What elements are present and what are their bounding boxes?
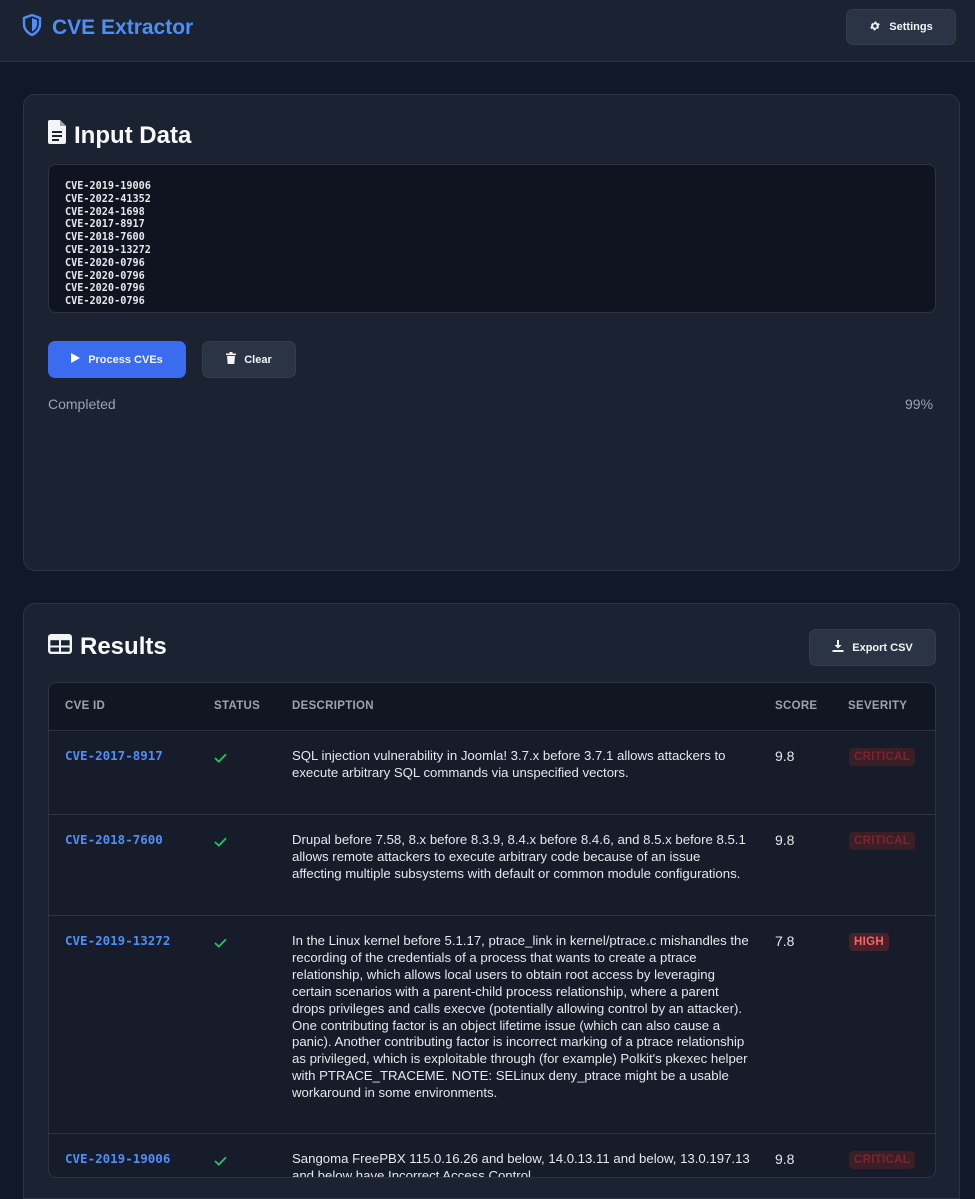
cve-id-link[interactable]: CVE-2018-7600 — [65, 832, 163, 847]
cve-score: 7.8 — [775, 933, 795, 949]
input-line: CVE-2020-0796 — [65, 270, 145, 282]
download-icon — [832, 640, 844, 655]
cve-id-link[interactable]: CVE-2019-13272 — [65, 933, 170, 948]
cve-description: In the Linux kernel before 5.1.17, ptrac… — [292, 933, 749, 1101]
trash-icon — [226, 352, 237, 367]
cve-score: 9.8 — [775, 748, 795, 764]
cve-score: 9.8 — [775, 1151, 795, 1167]
table-header: CVE ID STATUS DESCRIPTION SCORE SEVERITY — [49, 683, 935, 731]
process-label: Process CVEs — [88, 353, 163, 366]
column-header-cve-id[interactable]: CVE ID — [65, 700, 105, 712]
cve-score: 9.8 — [775, 832, 795, 848]
cve-description: SQL injection vulnerability in Joomla! 3… — [292, 748, 726, 780]
clear-button[interactable]: Clear — [202, 341, 296, 378]
severity-badge: CRITICAL — [849, 748, 916, 766]
app-title: CVE Extractor — [52, 15, 194, 39]
results-card: Results Export CSV CVE ID STATUS DESCRIP… — [23, 603, 960, 1199]
export-csv-button[interactable]: Export CSV — [809, 629, 936, 666]
severity-badge: CRITICAL — [849, 832, 916, 850]
process-cves-button[interactable]: Process CVEs — [48, 341, 186, 378]
document-icon — [48, 120, 66, 151]
input-card: Input Data CVE-2019-19006 CVE-2022-41352… — [23, 94, 960, 571]
severity-badge: HIGH — [849, 933, 889, 951]
input-line: CVE-2019-13272 — [65, 244, 151, 256]
settings-button[interactable]: Settings — [846, 9, 956, 45]
column-header-severity[interactable]: SEVERITY — [848, 700, 907, 712]
input-title-text: Input Data — [74, 121, 192, 149]
input-line: CVE-2019-19006 — [65, 181, 151, 192]
input-line: CVE-2022-41352 — [65, 193, 151, 205]
column-header-description[interactable]: DESCRIPTION — [292, 700, 374, 712]
results-title: Results — [48, 633, 167, 661]
results-title-text: Results — [80, 633, 167, 660]
input-line: CVE-2018-7600 — [65, 232, 145, 244]
play-icon — [71, 353, 81, 366]
cve-input-textarea[interactable]: CVE-2019-19006 CVE-2022-41352 CVE-2024-1… — [48, 164, 936, 313]
results-table: CVE ID STATUS DESCRIPTION SCORE SEVERITY… — [48, 682, 936, 1178]
table-row: CVE-2019-13272 In the Linux kernel befor… — [49, 916, 935, 1134]
input-line: CVE-2020-0796 — [65, 296, 145, 308]
progress-percent: 99% — [905, 396, 934, 412]
input-line: CVE-2020-0796 — [65, 283, 145, 295]
severity-badge: CRITICAL — [849, 1151, 916, 1169]
settings-label: Settings — [889, 21, 933, 33]
cve-id-link[interactable]: CVE-2017-8917 — [65, 748, 163, 763]
table-row: CVE-2019-19006 Sangoma FreePBX 115.0.16.… — [49, 1134, 935, 1178]
input-line: CVE-2020-0796 — [65, 257, 145, 269]
table-row: CVE-2018-7600 Drupal before 7.58, 8.x be… — [49, 815, 935, 916]
shield-icon — [22, 13, 42, 41]
export-label: Export CSV — [852, 641, 913, 654]
input-line: CVE-2017-8917 — [65, 219, 145, 231]
input-title: Input Data — [48, 120, 191, 151]
check-icon — [214, 750, 227, 768]
status-text: Completed — [48, 396, 116, 412]
input-line: CVE-2024-1698 — [65, 206, 145, 218]
table-icon — [48, 633, 73, 661]
table-row: CVE-2017-8917 SQL injection vulnerabilit… — [49, 731, 935, 815]
cve-description: Drupal before 7.58, 8.x before 8.3.9, 8.… — [292, 832, 746, 881]
gear-icon — [869, 20, 881, 35]
column-header-score[interactable]: SCORE — [775, 700, 817, 712]
check-icon — [214, 935, 227, 953]
cve-id-link[interactable]: CVE-2019-19006 — [65, 1151, 170, 1166]
check-icon — [214, 1153, 227, 1171]
cve-description: Sangoma FreePBX 115.0.16.26 and below, 1… — [292, 1151, 750, 1178]
clear-label: Clear — [244, 353, 272, 366]
check-icon — [214, 834, 227, 852]
app-header: CVE Extractor Settings — [0, 0, 975, 62]
column-header-status[interactable]: STATUS — [214, 700, 260, 712]
brand: CVE Extractor — [22, 13, 194, 41]
